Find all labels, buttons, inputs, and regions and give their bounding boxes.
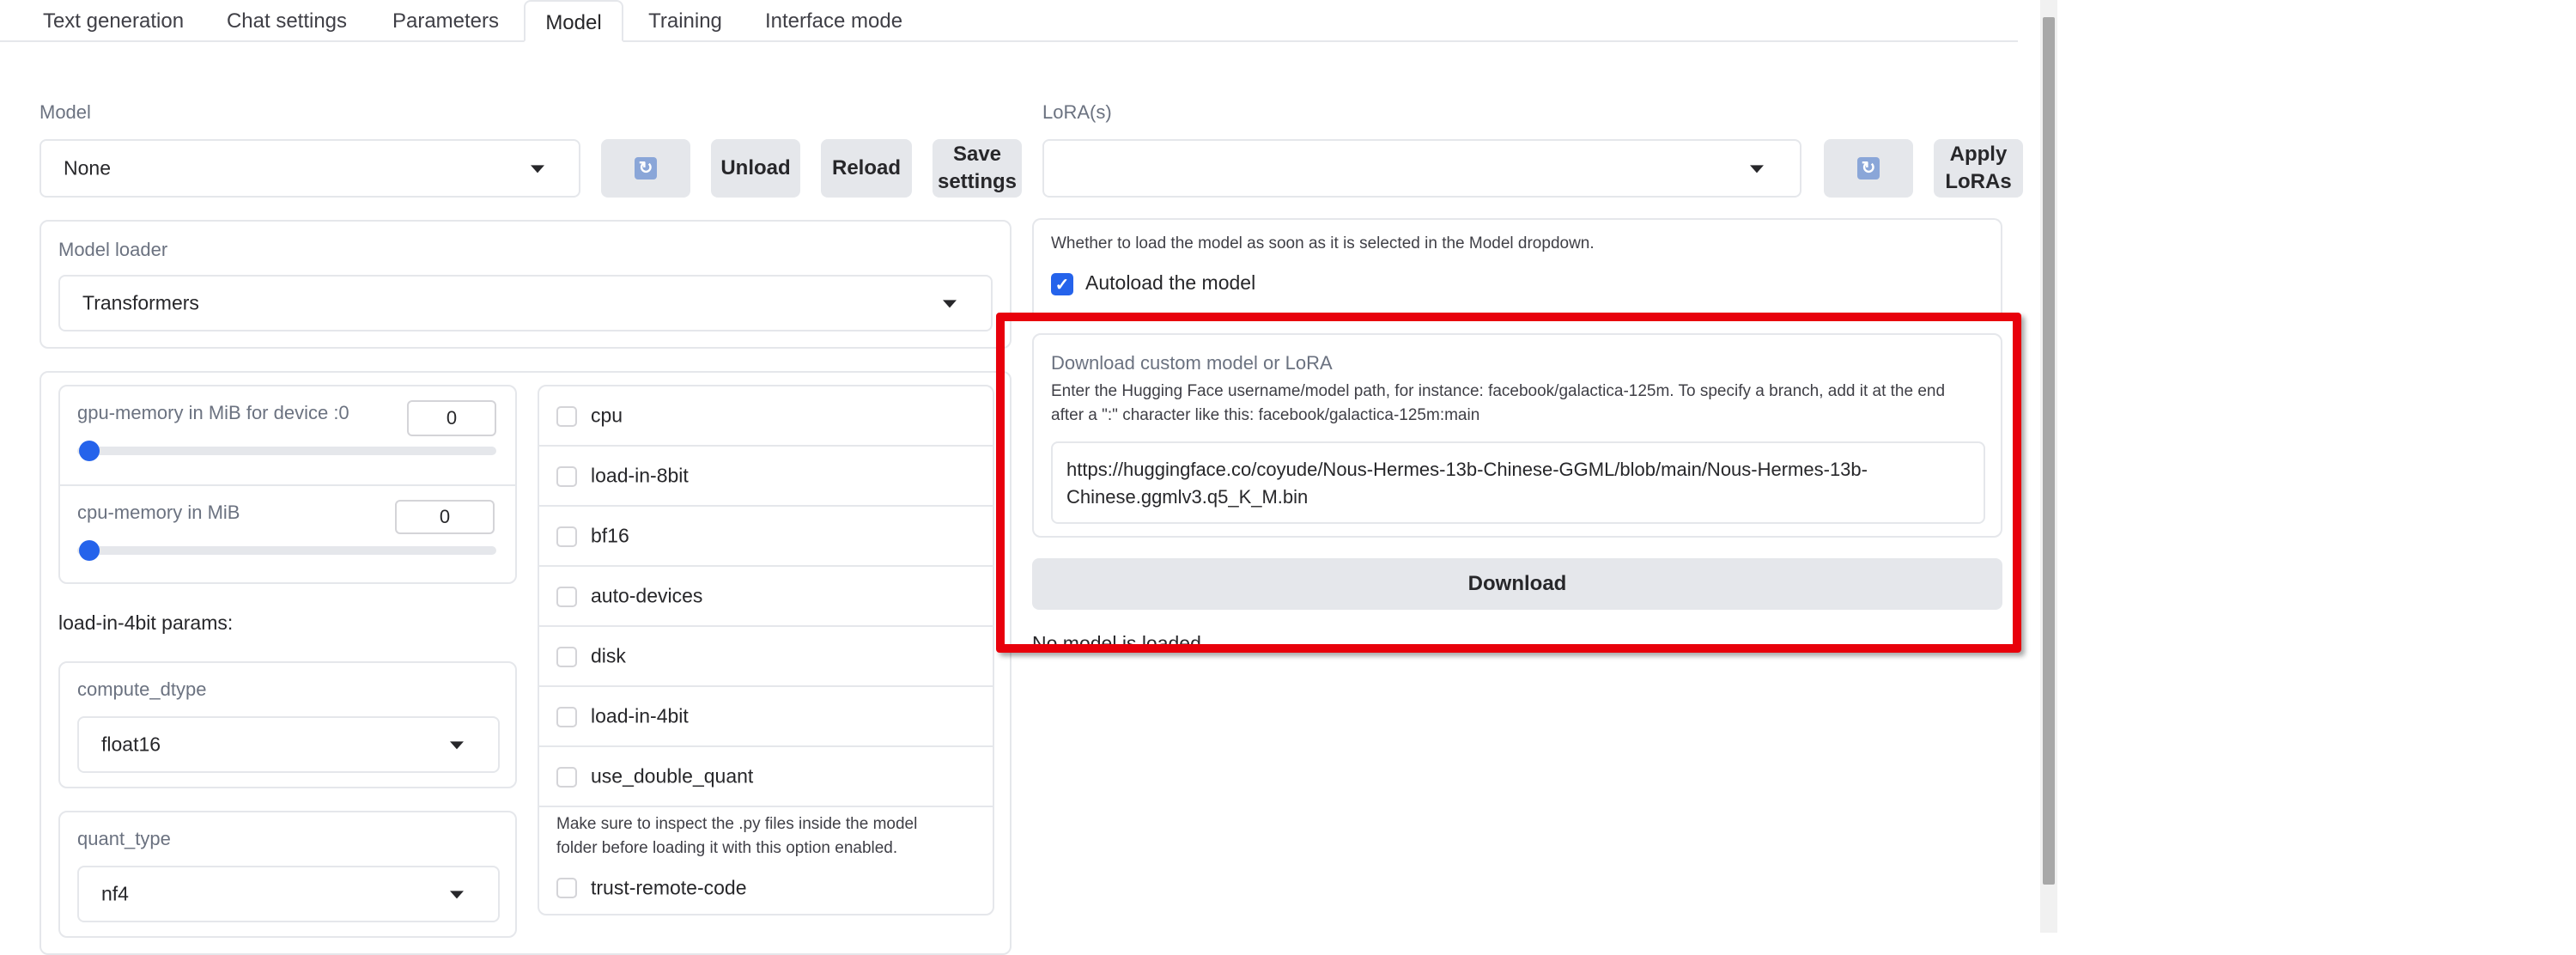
chevron-down-icon [1750,165,1764,173]
autoload-checkbox[interactable]: ✓ [1051,273,1073,295]
unload-button-label: Unload [720,156,791,179]
checkbox-row-disk[interactable]: disk [539,627,993,687]
tab-model[interactable]: Model [524,0,623,42]
save-settings-label-line1: Save [952,143,1002,166]
autoload-label: Autoload the model [1085,271,1256,294]
memory-sliders-panel: gpu-memory in MiB for device :0 0 cpu-me… [58,385,517,584]
tab-training[interactable]: Training [635,0,735,42]
checkbox[interactable] [556,587,577,607]
model-loader-value: Transformers [82,291,199,314]
checkbox[interactable] [556,767,577,788]
loader-flags-panel: cpu load-in-8bit bf16 auto-devices disk … [538,385,994,915]
save-settings-label-line2: settings [937,170,1017,193]
lora-dropdown[interactable] [1042,139,1801,198]
scrollbar-thumb[interactable] [2043,17,2055,885]
tab-text-generation[interactable]: Text generation [29,0,197,42]
refresh-icon: ↻ [1857,157,1880,179]
checkbox-row-cpu[interactable]: cpu [539,386,993,447]
compute-dtype-dropdown[interactable]: float16 [77,716,500,773]
quant-type-panel: quant_type nf4 [58,811,517,938]
checkbox-row-bf16[interactable]: bf16 [539,507,993,567]
trust-remote-code-note-line1: Make sure to inspect the .py files insid… [556,815,918,833]
divider [60,484,515,486]
checkbox-label: load-in-4bit [591,704,689,727]
checkbox-row-use-double-quant[interactable]: use_double_quant [539,747,993,807]
model-loader-label: Model loader [58,239,168,260]
checkbox[interactable] [556,406,577,427]
autoload-info: Whether to load the model as soon as it … [1051,234,1595,252]
checkbox-label: disk [591,644,626,667]
gpu-memory-slider-handle[interactable] [79,441,100,461]
checkbox-label: bf16 [591,524,629,547]
compute-dtype-panel: compute_dtype float16 [58,661,517,788]
tab-chat-settings[interactable]: Chat settings [211,0,362,42]
compute-dtype-label: compute_dtype [77,678,207,700]
chevron-down-icon [450,741,464,750]
quant-type-label: quant_type [77,828,171,849]
cpu-memory-input[interactable]: 0 [395,500,495,534]
highlight-box [996,313,2021,653]
checkbox-row-load-in-8bit[interactable]: load-in-8bit [539,447,993,507]
checkbox-label: trust-remote-code [591,876,747,899]
model-loader-panel: Model loader Transformers [39,220,1012,349]
model-dropdown-value: None [64,156,111,179]
cpu-memory-slider-handle[interactable] [79,540,100,561]
checkmark-icon: ✓ [1054,275,1070,295]
gpu-memory-input[interactable]: 0 [407,400,496,436]
unload-button[interactable]: Unload [711,139,800,198]
refresh-icon: ↻ [635,157,657,179]
checkbox-row-trust-remote-code[interactable]: trust-remote-code [539,864,993,912]
apply-loras-button[interactable]: Apply LoRAs [1934,139,2023,198]
quant-type-value: nf4 [101,882,129,905]
refresh-models-button[interactable]: ↻ [601,139,690,198]
gpu-memory-slider-track[interactable] [77,447,496,455]
quant-type-dropdown[interactable]: nf4 [77,866,500,922]
model-label: Model [39,101,91,123]
checkbox-label: load-in-8bit [591,464,689,487]
reload-button-label: Reload [831,156,901,179]
autoload-panel: Whether to load the model as soon as it … [1032,218,2002,313]
model-dropdown[interactable]: None [39,139,580,198]
tab-interface-mode[interactable]: Interface mode [750,0,917,42]
chevron-down-icon [531,165,544,173]
reload-button[interactable]: Reload [821,139,912,198]
refresh-loras-button[interactable]: ↻ [1824,139,1913,198]
chevron-down-icon [450,891,464,899]
checkbox[interactable] [556,466,577,487]
apply-loras-label-line2: LoRAs [1945,170,2012,193]
checkbox-row-load-in-4bit[interactable]: load-in-4bit [539,687,993,747]
chevron-down-icon [943,300,957,308]
checkbox-row-auto-devices[interactable]: auto-devices [539,567,993,627]
compute-dtype-value: float16 [101,733,161,756]
checkbox-label: use_double_quant [591,764,754,788]
lora-label: LoRA(s) [1042,101,1112,123]
checkbox-label: cpu [591,404,623,427]
trust-remote-code-note-line2: folder before loading it with this optio… [556,839,898,857]
checkbox[interactable] [556,647,577,667]
checkbox-label: auto-devices [591,584,703,607]
cpu-memory-label: cpu-memory in MiB [77,502,240,523]
model-loader-dropdown[interactable]: Transformers [58,275,993,332]
checkbox[interactable] [556,707,577,727]
load-in-4bit-params-heading: load-in-4bit params: [58,611,234,634]
cpu-memory-slider-track[interactable] [77,546,496,555]
gpu-memory-label: gpu-memory in MiB for device :0 [77,402,349,423]
checkbox[interactable] [556,878,577,898]
save-settings-button[interactable]: Save settings [933,139,1022,198]
apply-loras-label-line1: Apply [1949,143,2008,166]
checkbox[interactable] [556,526,577,547]
tab-parameters[interactable]: Parameters [378,0,513,42]
